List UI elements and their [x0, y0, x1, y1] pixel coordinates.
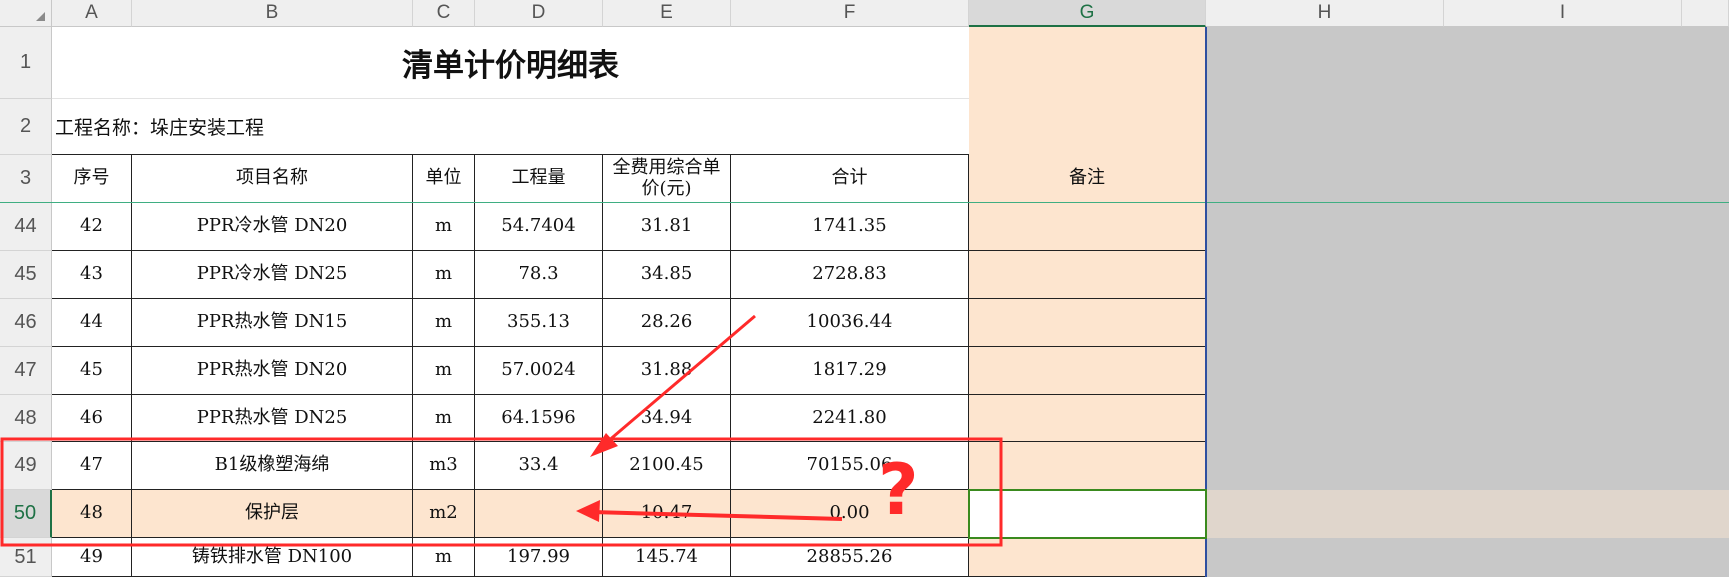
arrow-to-quantity-50-shaft — [591, 510, 843, 521]
question-mark-annotation: ? — [878, 449, 919, 531]
arrow-to-quantity-50-head — [576, 500, 600, 522]
highlight-box — [0, 437, 1003, 547]
arrow-to-quantity-49-shaft — [599, 314, 756, 450]
annotation-overlay — [0, 314, 1003, 547]
